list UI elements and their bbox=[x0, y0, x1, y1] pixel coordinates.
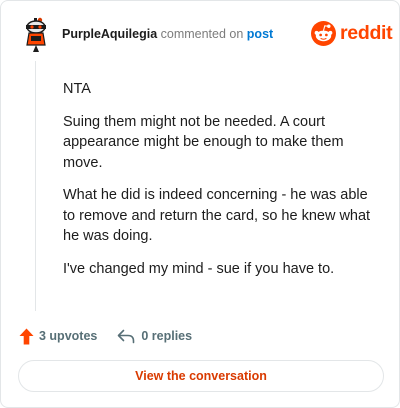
commented-on-text: commented on bbox=[157, 27, 247, 41]
upvote-arrow-icon bbox=[19, 328, 34, 344]
comment-body: NTA Suing them might not be needed. A co… bbox=[63, 79, 381, 291]
reply-arrow-icon bbox=[118, 329, 135, 343]
upvotes-stat[interactable]: 3 upvotes bbox=[19, 328, 97, 345]
replies-count: 0 replies bbox=[141, 329, 193, 343]
reddit-snoo-icon bbox=[311, 20, 336, 46]
comment-paragraph: I've changed my mind - sue if you have t… bbox=[63, 260, 335, 277]
replies-stat[interactable]: 0 replies bbox=[117, 329, 192, 344]
comment-header: PurpleAquilegia commented on post bbox=[62, 27, 273, 41]
reddit-logo[interactable]: reddit bbox=[311, 20, 393, 46]
user-avatar-icon[interactable] bbox=[23, 17, 49, 53]
comment-paragraph: What he did is indeed concerning - he wa… bbox=[63, 187, 371, 244]
comment-paragraph: NTA bbox=[63, 81, 91, 97]
comment-card: PurpleAquilegia commented on post reddit… bbox=[0, 0, 400, 408]
username-link[interactable]: PurpleAquilegia bbox=[62, 27, 157, 41]
upvotes-count: 3 upvotes bbox=[39, 329, 98, 343]
reddit-wordmark: reddit bbox=[340, 21, 393, 44]
comment-paragraph: Suing them might not be needed. A court … bbox=[63, 113, 344, 171]
post-link[interactable]: post bbox=[247, 27, 273, 41]
comment-footer: 3 upvotes 0 replies bbox=[19, 326, 192, 346]
view-conversation-button[interactable]: View the conversation bbox=[18, 360, 384, 392]
thread-line bbox=[35, 61, 36, 311]
